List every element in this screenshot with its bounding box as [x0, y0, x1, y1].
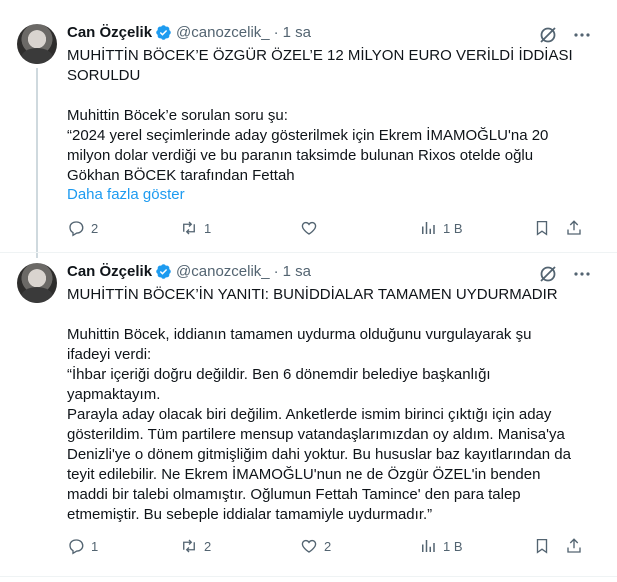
tweet-1[interactable]: Can Özçelik @canozcelik_ · 1 sa MUHİTTİN… — [0, 0, 617, 258]
views-button[interactable]: 1 B — [419, 536, 463, 556]
like-button[interactable]: 2 — [300, 536, 331, 556]
views-button[interactable]: 1 B — [419, 218, 463, 238]
repost-count: 1 — [204, 220, 212, 236]
bookmark-icon[interactable] — [533, 219, 551, 237]
repost-button[interactable]: 2 — [180, 536, 211, 556]
share-icon[interactable] — [565, 537, 583, 555]
views-count: 1 B — [443, 538, 463, 554]
more-options-icon[interactable] — [572, 25, 592, 45]
separator-dot: · — [273, 23, 279, 41]
reply-icon — [69, 221, 84, 237]
reply-count: 2 — [91, 220, 99, 236]
like-button[interactable] — [300, 218, 324, 238]
share-icon[interactable] — [565, 219, 583, 237]
repost-button[interactable]: 1 — [180, 218, 211, 238]
like-count: 2 — [324, 538, 332, 554]
tweet-header: Can Özçelik @canozcelik_ · 1 sa — [67, 22, 311, 42]
verified-badge-icon — [156, 24, 171, 40]
timestamp[interactable]: 1 sa — [283, 24, 311, 41]
tweet-actions: 2 1 1 B — [67, 218, 597, 238]
bookmark-icon[interactable] — [533, 537, 551, 555]
verified-badge-icon — [156, 263, 171, 279]
author-handle[interactable]: @canozcelik_ — [176, 24, 270, 41]
tweet-actions: 1 2 2 1 B — [67, 536, 597, 556]
separator-dot: · — [273, 262, 279, 280]
repost-icon — [183, 539, 195, 553]
thread-line — [36, 68, 38, 258]
tweet-text: MUHİTTİN BÖCEK’İN YANITI: BUNİDDİALAR TA… — [67, 286, 571, 523]
reply-count: 1 — [91, 538, 99, 554]
tweet-text: MUHİTTİN BÖCEK’E ÖZGÜR ÖZEL’E 12 MİLYON … — [67, 47, 573, 184]
author-name[interactable]: Can Özçelik — [67, 263, 152, 280]
analytics-icon — [422, 540, 435, 552]
divider — [0, 576, 617, 577]
repost-count: 2 — [204, 538, 212, 554]
avatar[interactable] — [17, 24, 57, 64]
grok-icon[interactable] — [538, 25, 558, 45]
reply-icon — [69, 539, 84, 555]
grok-icon[interactable] — [538, 264, 558, 284]
author-handle[interactable]: @canozcelik_ — [176, 263, 270, 280]
show-more-link[interactable]: Daha fazla göster — [67, 186, 185, 203]
reply-button[interactable]: 2 — [67, 218, 98, 238]
author-name[interactable]: Can Özçelik — [67, 24, 152, 41]
repost-icon — [183, 221, 195, 235]
views-count: 1 B — [443, 220, 463, 236]
analytics-icon — [422, 222, 435, 234]
more-options-icon[interactable] — [572, 264, 592, 284]
heart-icon — [301, 539, 317, 553]
heart-icon — [301, 221, 317, 235]
tweet-2[interactable]: Can Özçelik @canozcelik_ · 1 sa MUHİTTİN… — [0, 253, 617, 573]
avatar[interactable] — [17, 263, 57, 303]
timestamp[interactable]: 1 sa — [283, 263, 311, 280]
tweet-header: Can Özçelik @canozcelik_ · 1 sa — [67, 261, 311, 281]
reply-button[interactable]: 1 — [67, 536, 98, 556]
